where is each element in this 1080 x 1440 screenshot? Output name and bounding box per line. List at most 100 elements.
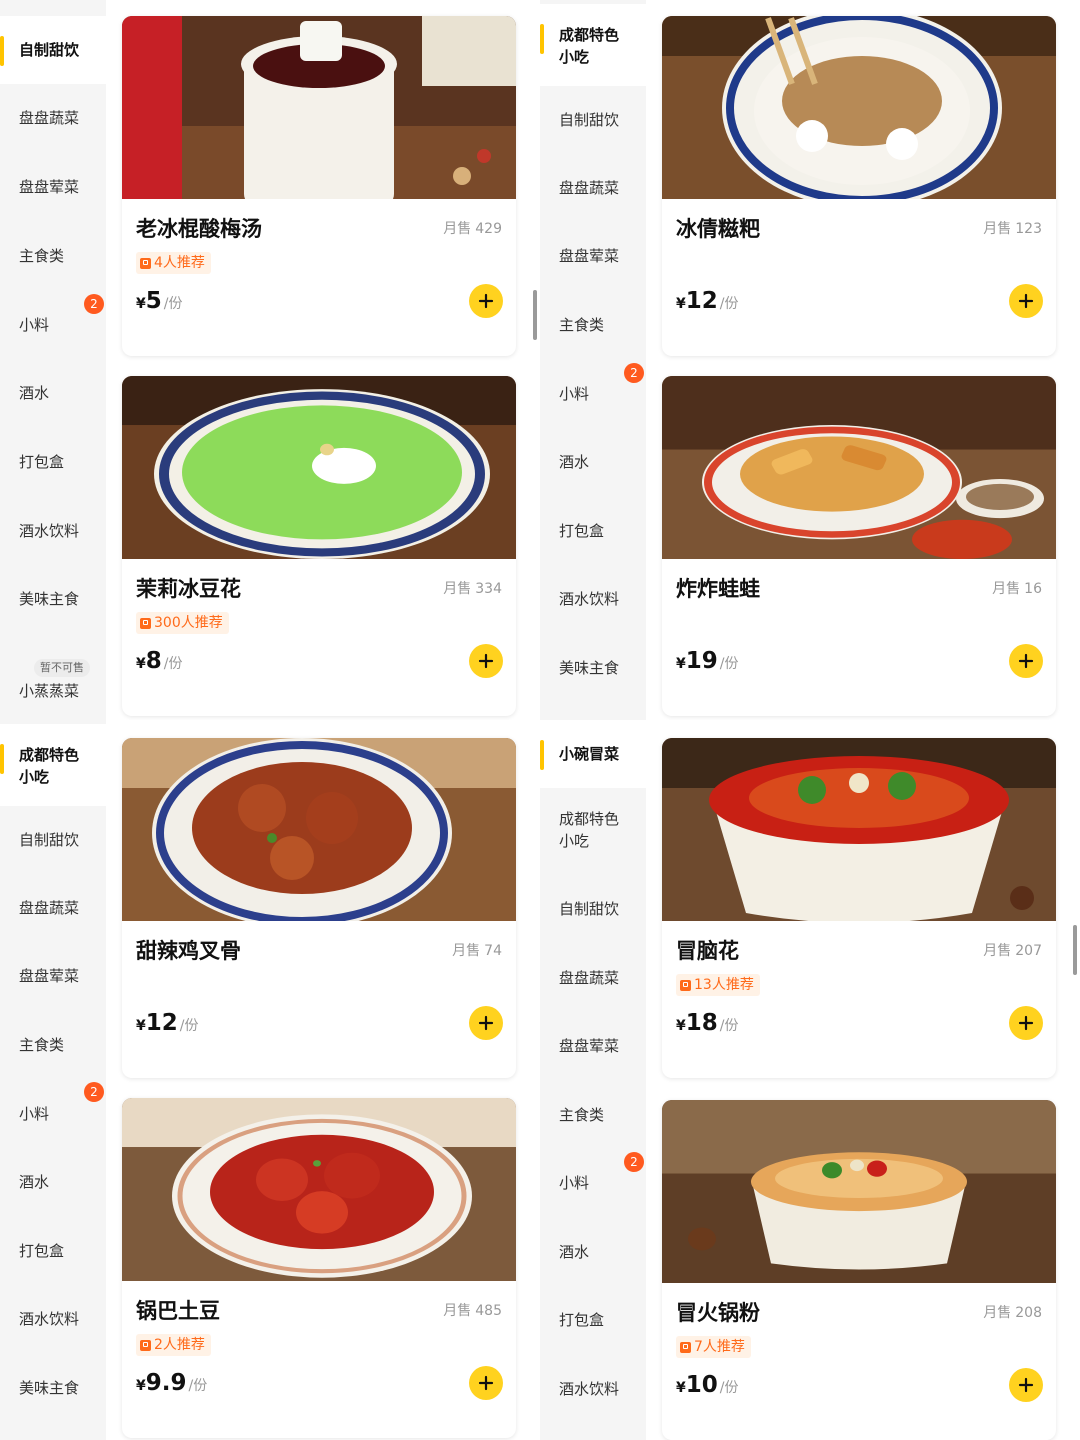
price: ¥12/份 <box>136 1010 199 1036</box>
category-item[interactable]: 打包盒 <box>540 1286 646 1354</box>
category-item[interactable]: 美味主食 <box>0 565 106 633</box>
category-item[interactable]: 酒水饮料 <box>540 565 646 633</box>
price: ¥12/份 <box>676 288 739 314</box>
category-item[interactable]: 酒水 <box>0 1148 106 1216</box>
price: ¥19/份 <box>676 648 739 674</box>
menu-item-card[interactable]: 甜辣鸡叉骨 月售 74 ¥12/份 <box>122 738 516 1078</box>
recommend-tag: 2人推荐 <box>136 1334 211 1356</box>
category-item[interactable]: 盘盘荤菜 <box>0 942 106 1010</box>
item-name: 冰倩糍粑 <box>676 217 760 241</box>
item-name: 冒火锅粉 <box>676 1301 760 1325</box>
item-name: 锅巴土豆 <box>136 1299 220 1323</box>
category-sidebar: 自制甜饮 盘盘蔬菜 盘盘荤菜 主食类 小料 酒水 打包盒 酒水饮料 美味主食 小… <box>0 0 106 720</box>
category-item[interactable]: 打包盒 <box>0 1217 106 1285</box>
category-item[interactable]: 打包盒 <box>0 428 106 496</box>
monthly-sales: 月售 208 <box>983 1305 1042 1321</box>
category-item[interactable]: 自制甜饮 <box>540 875 646 943</box>
category-item[interactable]: 酒水饮料 <box>540 1355 646 1423</box>
add-to-cart-button[interactable] <box>469 284 503 318</box>
category-item[interactable]: 打包盒 <box>540 497 646 565</box>
recommend-icon <box>140 1339 151 1351</box>
recommend-icon <box>140 257 151 269</box>
add-to-cart-button[interactable] <box>469 644 503 678</box>
item-name: 冒脑花 <box>676 939 739 963</box>
item-name: 甜辣鸡叉骨 <box>136 939 241 963</box>
category-item-active[interactable]: 小碗冒菜 <box>540 720 646 788</box>
category-item[interactable]: 盘盘荤菜 <box>0 153 106 221</box>
monthly-sales: 月售 207 <box>983 943 1042 959</box>
scrollbar[interactable] <box>1073 925 1077 975</box>
category-item[interactable]: 成都特色 小吃 <box>540 788 646 872</box>
count-badge: 2 <box>84 1082 104 1102</box>
monthly-sales: 月售 123 <box>983 221 1042 237</box>
price: ¥18/份 <box>676 1010 739 1036</box>
plus-icon <box>478 1375 494 1391</box>
category-item[interactable]: 酒水 <box>540 428 646 496</box>
category-item[interactable]: 盘盘蔬菜 <box>540 944 646 1012</box>
hotpot-noodles-photo <box>662 1100 1056 1283</box>
plus-icon <box>1018 653 1034 669</box>
category-item[interactable]: 主食类 <box>0 222 106 290</box>
category-item[interactable]: 盘盘蔬菜 <box>540 154 646 222</box>
price: ¥9.9/份 <box>136 1370 208 1396</box>
plus-icon <box>478 293 494 309</box>
menu-item-card[interactable]: 冒火锅粉 月售 208 7人推荐 ¥10/份 <box>662 1100 1056 1440</box>
unavailable-tag: 暂不可售 <box>34 659 90 677</box>
add-to-cart-button[interactable] <box>469 1366 503 1400</box>
category-sidebar: 成都特色 小吃 自制甜饮 盘盘蔬菜 盘盘荤菜 主食类 小料 酒水 打包盒 酒水饮料… <box>0 720 106 1440</box>
crispy-potato-photo <box>122 1098 516 1281</box>
category-item[interactable]: 盘盘蔬菜 <box>0 874 106 942</box>
add-to-cart-button[interactable] <box>1009 1368 1043 1402</box>
category-item[interactable]: 盘盘荤菜 <box>540 1012 646 1080</box>
menu-panel-1: 自制甜饮 盘盘蔬菜 盘盘荤菜 主食类 小料 酒水 打包盒 酒水饮料 美味主食 小… <box>0 0 540 720</box>
plus-icon <box>478 1015 494 1031</box>
category-item-active[interactable]: 成都特色 小吃 <box>540 4 646 88</box>
menu-item-card[interactable]: 炸炸蛙蛙 月售 16 ¥19/份 <box>662 376 1056 716</box>
jasmine-tofu-pudding-photo <box>122 376 516 559</box>
plus-icon <box>1018 293 1034 309</box>
monthly-sales: 月售 16 <box>992 581 1042 597</box>
category-item[interactable]: 美味主食 <box>0 1354 106 1422</box>
count-badge: 2 <box>84 294 104 314</box>
category-item-active[interactable]: 自制甜饮 <box>0 16 106 84</box>
menu-item-card[interactable]: 锅巴土豆 月售 485 2人推荐 ¥9.9/份 <box>122 1098 516 1438</box>
item-name: 炸炸蛙蛙 <box>676 577 760 601</box>
add-to-cart-button[interactable] <box>1009 644 1043 678</box>
category-item[interactable]: 主食类 <box>540 291 646 359</box>
recommend-tag: 300人推荐 <box>136 612 229 634</box>
category-sidebar: 小碗冒菜 成都特色 小吃 自制甜饮 盘盘蔬菜 盘盘荤菜 主食类 小料 酒水 打包盒… <box>540 720 646 1440</box>
category-item[interactable]: 美味主食 <box>540 634 646 702</box>
menu-item-card[interactable]: 冒脑花 月售 207 13人推荐 ¥18/份 <box>662 738 1056 1078</box>
menu-item-card[interactable]: 茉莉冰豆花 月售 334 300人推荐 ¥8/份 <box>122 376 516 716</box>
menu-panel-3: 成都特色 小吃 自制甜饮 盘盘蔬菜 盘盘荤菜 主食类 小料 酒水 打包盒 酒水饮料… <box>0 720 540 1440</box>
recommend-tag: 7人推荐 <box>676 1336 751 1358</box>
plus-icon <box>1018 1015 1034 1031</box>
plus-icon <box>478 653 494 669</box>
category-item[interactable]: 酒水饮料 <box>0 1285 106 1353</box>
category-item[interactable]: 酒水饮料 <box>0 497 106 565</box>
category-item[interactable]: 盘盘蔬菜 <box>0 84 106 152</box>
sour-plum-drink-photo <box>122 16 516 199</box>
price: ¥5/份 <box>136 288 183 314</box>
category-item[interactable]: 自制甜饮 <box>0 806 106 874</box>
count-badge: 2 <box>624 1152 644 1172</box>
price: ¥8/份 <box>136 648 183 674</box>
scrollbar[interactable] <box>533 290 537 340</box>
menu-item-card[interactable]: 冰倩糍粑 月售 123 ¥12/份 <box>662 16 1056 356</box>
category-item[interactable]: 酒水 <box>0 359 106 427</box>
monthly-sales: 月售 429 <box>443 221 502 237</box>
category-item[interactable]: 盘盘荤菜 <box>540 222 646 290</box>
category-item[interactable]: 自制甜饮 <box>540 86 646 154</box>
add-to-cart-button[interactable] <box>1009 1006 1043 1040</box>
category-item-active[interactable]: 成都特色 小吃 <box>0 724 106 808</box>
add-to-cart-button[interactable] <box>469 1006 503 1040</box>
category-item[interactable]: 酒水 <box>540 1218 646 1286</box>
category-item[interactable]: 主食类 <box>540 1081 646 1149</box>
rice-cake-photo <box>662 16 1056 199</box>
add-to-cart-button[interactable] <box>1009 284 1043 318</box>
recommend-icon <box>680 979 691 991</box>
monthly-sales: 月售 485 <box>443 1303 502 1319</box>
recommend-tag: 13人推荐 <box>676 974 760 996</box>
menu-item-card[interactable]: 老冰棍酸梅汤 月售 429 4人推荐 ¥5/份 <box>122 16 516 356</box>
category-item[interactable]: 主食类 <box>0 1011 106 1079</box>
